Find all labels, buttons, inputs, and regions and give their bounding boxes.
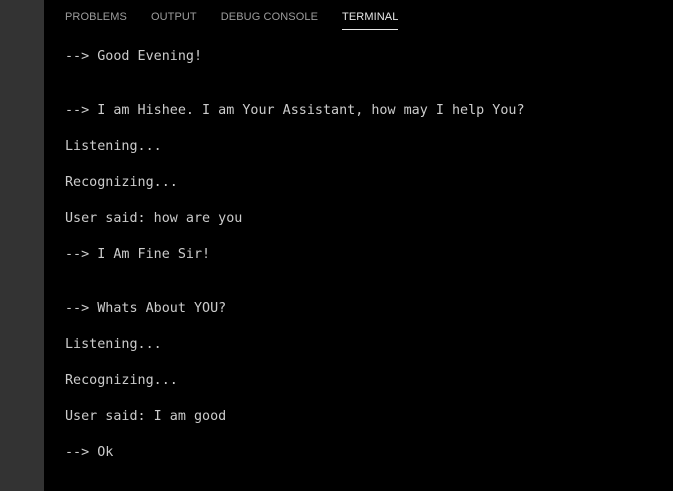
terminal-line: User said: how are you [65, 211, 243, 226]
tab-debug-console[interactable]: DEBUG CONSOLE [221, 0, 318, 29]
terminal-line: Listening... [65, 139, 162, 154]
terminal-line: Listening... [65, 337, 162, 352]
terminal-line: --> Ok [65, 445, 114, 460]
bottom-panel: PROBLEMS OUTPUT DEBUG CONSOLE TERMINAL -… [44, 0, 673, 491]
panel-tabs: PROBLEMS OUTPUT DEBUG CONSOLE TERMINAL [65, 0, 422, 32]
activity-bar [0, 0, 44, 491]
terminal-line: --> Whats About YOU? [65, 301, 227, 316]
terminal-line: User said: I am good [65, 409, 227, 424]
terminal-line: Recognizing... [65, 175, 178, 190]
terminal-line: --> I am Hishee. I am Your Assistant, ho… [65, 103, 525, 118]
terminal-output[interactable]: --> Good Evening! --> I am Hishee. I am … [65, 49, 673, 491]
tab-problems[interactable]: PROBLEMS [65, 0, 127, 29]
tab-terminal[interactable]: TERMINAL [342, 0, 399, 30]
tab-output[interactable]: OUTPUT [151, 0, 197, 29]
terminal-line: --> I Am Fine Sir! [65, 247, 211, 262]
terminal-line: Recognizing... [65, 373, 178, 388]
terminal-line: --> Good Evening! [65, 49, 203, 64]
vscode-panel-window: PROBLEMS OUTPUT DEBUG CONSOLE TERMINAL -… [0, 0, 673, 491]
